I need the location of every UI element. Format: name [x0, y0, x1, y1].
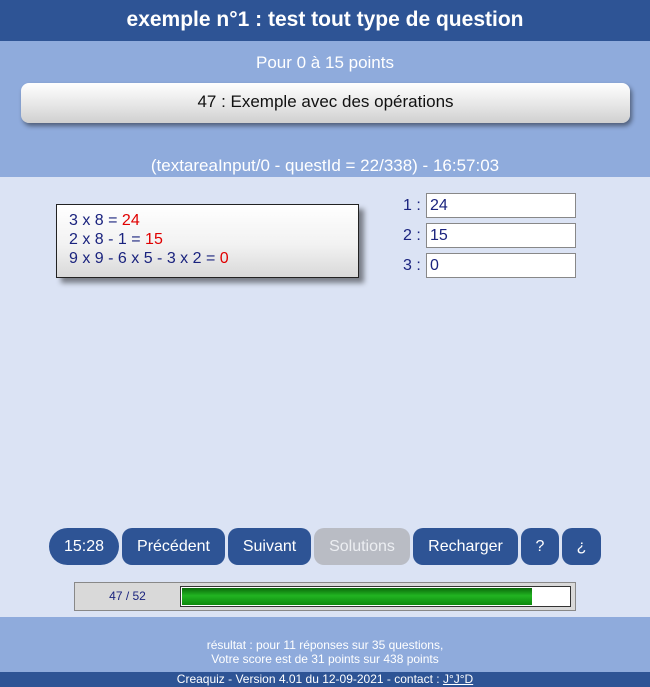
answer-input-3[interactable]: [426, 253, 576, 278]
question-title: 47 : Exemple avec des opérations: [21, 83, 630, 123]
operation-line-3: 9 x 9 - 6 x 5 - 3 x 2 = 0: [69, 249, 358, 268]
operation-result: 15: [145, 231, 163, 248]
operations-box: 3 x 8 = 24 2 x 8 - 1 = 15 9 x 9 - 6 x 5 …: [56, 204, 359, 278]
next-button[interactable]: Suivant: [228, 528, 311, 565]
credit-bar: Creaquiz - Version 4.01 du 12-09-2021 - …: [0, 672, 650, 687]
credit-text: Creaquiz - Version 4.01 du 12-09-2021 - …: [176, 672, 443, 686]
answer-input-1[interactable]: [426, 193, 576, 218]
contact-link[interactable]: J°J°D: [443, 672, 473, 686]
result-summary: résultat : pour 11 réponses sur 35 quest…: [0, 638, 650, 666]
result-line-1: résultat : pour 11 réponses sur 35 quest…: [206, 638, 444, 652]
result-line-2: Votre score est de 31 points sur 438 poi…: [211, 652, 439, 666]
answer-label-1: 1 :: [403, 197, 421, 214]
solutions-button[interactable]: Solutions: [314, 528, 410, 565]
progress-panel: 47 / 52: [74, 582, 576, 611]
answer-row-3: 3 :: [403, 253, 583, 278]
operation-expr: 2 x 8 - 1 =: [69, 231, 146, 248]
points-range: Pour 0 à 15 points: [256, 53, 394, 72]
reload-button[interactable]: Recharger: [413, 528, 518, 565]
operation-expr: 9 x 9 - 6 x 5 - 3 x 2 =: [69, 250, 220, 267]
answer-label-3: 3 :: [403, 257, 421, 274]
operation-result: 0: [219, 250, 229, 267]
answer-row-2: 2 :: [403, 223, 583, 248]
quiz-title: exemple n°1 : test tout type de question: [0, 0, 650, 41]
operation-result: 24: [121, 212, 140, 229]
answer-input-2[interactable]: [426, 223, 576, 248]
previous-button[interactable]: Précédent: [122, 528, 225, 565]
progress-label: 47 / 52: [109, 589, 146, 603]
question-meta: (textareaInput/0 - questId = 22/338) - 1…: [150, 156, 500, 175]
answer-label-2: 2 :: [403, 227, 421, 244]
progress-fill: [182, 588, 532, 605]
progress-bar: [180, 586, 571, 607]
timer-button[interactable]: 15:28: [49, 528, 119, 565]
operation-line-2: 2 x 8 - 1 = 15: [69, 230, 358, 249]
operation-expr: 3 x 8 =: [69, 212, 122, 229]
help-inverted-button[interactable]: ¿: [562, 528, 601, 565]
answer-row-1: 1 :: [403, 193, 583, 218]
operation-line-1: 3 x 8 = 24: [69, 211, 358, 230]
help-button[interactable]: ?: [521, 528, 559, 565]
